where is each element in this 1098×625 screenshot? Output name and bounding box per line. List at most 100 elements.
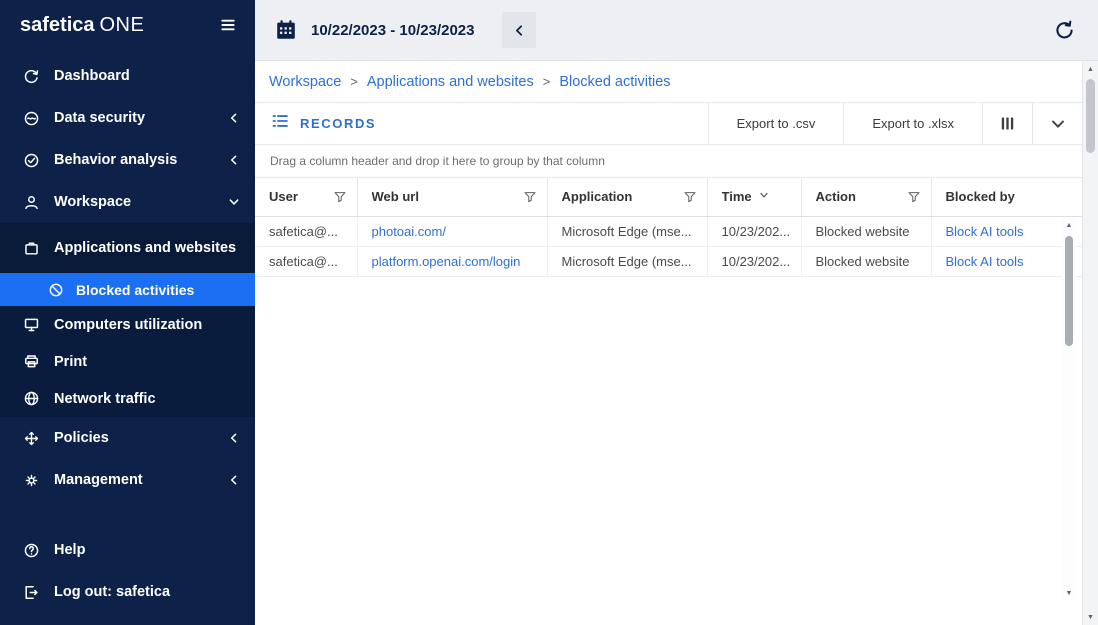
sidebar-item-applications-and-websites[interactable]: Applications and websites <box>0 223 255 273</box>
sidebar-item-computers-utilization[interactable]: Computers utilization <box>0 306 255 343</box>
nav-label: Blocked activities <box>76 282 194 298</box>
topbar: 10/22/2023 - 10/23/2023 <box>255 0 1098 60</box>
records-table: User Web url Application <box>255 178 1082 277</box>
sidebar-item-behavior-analysis[interactable]: Behavior analysis <box>0 139 255 181</box>
breadcrumb-item-blocked-activities[interactable]: Blocked activities <box>559 74 670 90</box>
sidebar-item-workspace[interactable]: Workspace <box>0 181 255 223</box>
column-header-time[interactable]: Time <box>707 178 801 216</box>
column-header-blocked-by[interactable]: Blocked by <box>931 178 1082 216</box>
sidebar-item-data-security[interactable]: Data security <box>0 97 255 139</box>
records-label: RECORDS <box>300 116 376 131</box>
collapse-panel-button[interactable] <box>1032 103 1082 144</box>
nav-label: Computers utilization <box>54 317 202 333</box>
chevron-left-icon <box>227 153 241 167</box>
sidebar-item-help[interactable]: Help <box>0 529 255 571</box>
nav-label: Applications and websites <box>54 240 236 256</box>
columns-icon <box>999 115 1016 132</box>
column-header-web-url[interactable]: Web url <box>357 178 547 216</box>
column-header-user[interactable]: User <box>255 178 357 216</box>
workspace-icon <box>22 193 40 211</box>
calendar-icon <box>275 19 297 41</box>
logo-brand: safetica <box>20 14 95 36</box>
nav-label: Help <box>54 542 85 558</box>
filter-icon[interactable] <box>683 190 697 204</box>
export-xlsx-button[interactable]: Export to .xlsx <box>843 103 982 144</box>
sidebar-item-logout[interactable]: Log out: safetica <box>0 571 255 613</box>
export-csv-button[interactable]: Export to .csv <box>708 103 844 144</box>
nav-label: Network traffic <box>54 391 156 407</box>
sidebar-item-blocked-activities[interactable]: Blocked activities <box>0 273 255 306</box>
computer-icon <box>22 316 40 334</box>
cell-web-url: platform.openai.com/login <box>357 246 547 276</box>
web-url-link[interactable]: platform.openai.com/login <box>372 254 521 269</box>
column-header-application[interactable]: Application <box>547 178 707 216</box>
sidebar-item-dashboard[interactable]: Dashboard <box>0 55 255 97</box>
sidebar-item-network-traffic[interactable]: Network traffic <box>0 380 255 417</box>
blocked-by-link[interactable]: Block AI tools <box>946 224 1024 239</box>
sidebar-item-management[interactable]: Management <box>0 459 255 501</box>
management-icon <box>22 471 40 489</box>
app-window: safeticaONE Dashboard Data security Beha… <box>0 0 1098 625</box>
nav-label: Dashboard <box>54 68 130 84</box>
web-url-link[interactable]: photoai.com/ <box>372 224 446 239</box>
calendar-button[interactable] <box>265 9 307 51</box>
date-prev-button[interactable] <box>502 12 536 48</box>
chevron-left-icon <box>227 111 241 125</box>
column-label: Web url <box>372 189 419 204</box>
body-row: Workspace > Applications and websites > … <box>255 60 1098 625</box>
data-security-icon <box>22 109 40 127</box>
filter-icon[interactable] <box>523 190 537 204</box>
network-icon <box>22 390 40 408</box>
chevron-left-icon <box>227 431 241 445</box>
cell-user: safetica@... <box>255 246 357 276</box>
nav-label: Policies <box>54 430 109 446</box>
records-list-icon <box>271 112 289 135</box>
cell-blocked-by: Block AI tools <box>931 216 1082 246</box>
chevron-down-icon <box>227 195 241 209</box>
sort-descending-icon[interactable] <box>758 189 770 204</box>
breadcrumb-item-applications-and-websites[interactable]: Applications and websites <box>367 74 534 90</box>
cell-action: Blocked website <box>801 246 931 276</box>
scroll-up-icon[interactable]: ▲ <box>1062 217 1076 233</box>
scroll-down-icon[interactable]: ▼ <box>1083 609 1098 625</box>
scrollbar-thumb[interactable] <box>1086 79 1095 153</box>
breadcrumb: Workspace > Applications and websites > … <box>255 61 1082 102</box>
sidebar-item-policies[interactable]: Policies <box>0 417 255 459</box>
cell-application: Microsoft Edge (mse... <box>547 216 707 246</box>
table-row[interactable]: safetica@... photoai.com/ Microsoft Edge… <box>255 216 1082 246</box>
help-icon <box>22 541 40 559</box>
scroll-down-icon[interactable]: ▼ <box>1062 585 1076 601</box>
chevron-left-icon <box>227 473 241 487</box>
column-chooser-button[interactable] <box>982 103 1032 144</box>
menu-toggle-icon[interactable] <box>219 16 237 34</box>
breadcrumb-item-workspace[interactable]: Workspace <box>269 74 341 90</box>
workspace-submenu: Applications and websites Blocked activi… <box>0 223 255 417</box>
nav-label: Log out: safetica <box>54 584 170 600</box>
scrollbar-thumb[interactable] <box>1065 236 1073 346</box>
blocked-by-link[interactable]: Block AI tools <box>946 254 1024 269</box>
chevron-down-icon <box>1049 115 1067 133</box>
records-toolbar: RECORDS Export to .csv Export to .xlsx <box>255 102 1082 145</box>
breadcrumb-separator: > <box>350 74 358 89</box>
records-title: RECORDS <box>255 103 392 144</box>
logo-suffix: ONE <box>100 14 145 36</box>
cell-user: safetica@... <box>255 216 357 246</box>
table-row[interactable]: safetica@... platform.openai.com/login M… <box>255 246 1082 276</box>
filter-icon[interactable] <box>907 190 921 204</box>
printer-icon <box>22 353 40 371</box>
cell-application: Microsoft Edge (mse... <box>547 246 707 276</box>
behavior-analysis-icon <box>22 151 40 169</box>
date-range[interactable]: 10/22/2023 - 10/23/2023 <box>311 22 474 39</box>
sidebar-item-print[interactable]: Print <box>0 343 255 380</box>
column-label: Blocked by <box>946 189 1015 204</box>
nav-label: Management <box>54 472 143 488</box>
column-header-action[interactable]: Action <box>801 178 931 216</box>
filter-icon[interactable] <box>333 190 347 204</box>
sidebar-bottom: Help Log out: safetica <box>0 529 255 625</box>
refresh-button[interactable] <box>1046 12 1082 48</box>
grid-vertical-scrollbar[interactable]: ▲ ▼ <box>1062 217 1076 601</box>
nav-label: Print <box>54 354 87 370</box>
page-vertical-scrollbar[interactable]: ▲ ▼ <box>1082 61 1098 625</box>
dashboard-icon <box>22 67 40 85</box>
scroll-up-icon[interactable]: ▲ <box>1083 61 1098 77</box>
